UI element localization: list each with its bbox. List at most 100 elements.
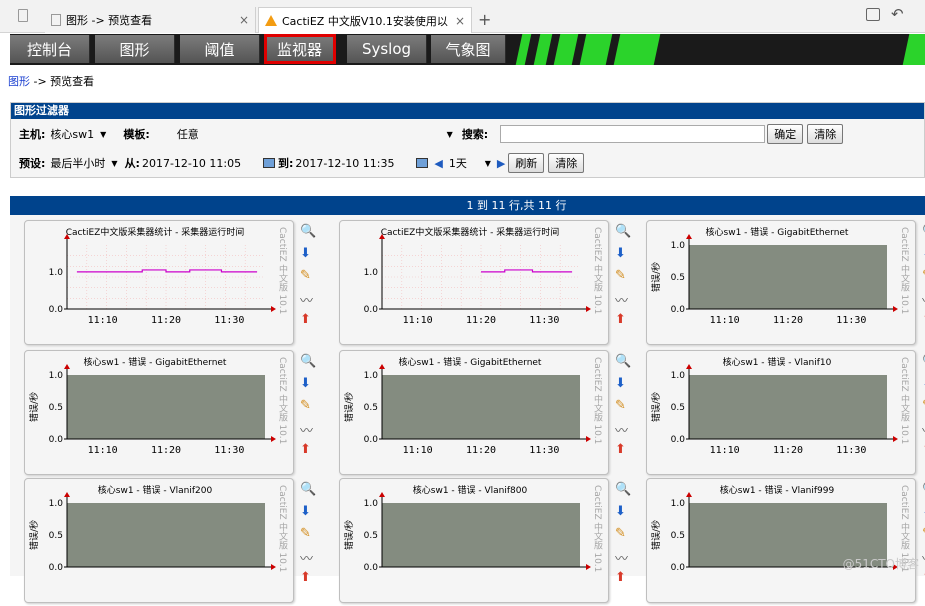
nav-console[interactable]: 控制台 xyxy=(10,35,90,63)
trend-icon[interactable]: 〰 xyxy=(615,548,631,564)
trend-icon[interactable]: 〰 xyxy=(300,420,316,436)
down-icon[interactable]: ⬇ xyxy=(615,246,631,262)
calendar-icon[interactable] xyxy=(263,158,275,168)
close-tab-icon[interactable]: × xyxy=(455,14,465,28)
zoom-icon[interactable]: 🔍 xyxy=(300,354,316,370)
down-icon[interactable]: ⬇ xyxy=(300,504,316,520)
breadcrumb-current: -> 预览查看 xyxy=(34,75,95,88)
nav-thresholds[interactable]: 阈值 xyxy=(180,35,260,63)
nav-graphs[interactable]: 图形 xyxy=(95,35,175,63)
edit-icon[interactable]: ✎ xyxy=(300,526,316,542)
to-label: 到: xyxy=(278,155,293,171)
refresh-button[interactable]: 刷新 xyxy=(508,153,544,173)
preset-label: 预设: xyxy=(19,155,45,171)
browser-tab-2[interactable]: CactiEZ 中文版V10.1安装使用以 × xyxy=(258,7,472,33)
timespan-select[interactable]: 1天 ▼ xyxy=(446,154,494,172)
graph-image[interactable]: 核心sw1 - 错误 - Vlanif200错误/秒1.00.50.0Cacti… xyxy=(24,478,294,603)
template-label: 模板: xyxy=(123,126,149,142)
up-icon[interactable]: ⬆ xyxy=(300,570,316,586)
y-axis-label: 错误/秒 xyxy=(650,392,662,422)
graph-cell: 核心sw1 - 错误 - GigabitEthernet错误/秒1.00.50.… xyxy=(24,350,326,478)
nav-syslog[interactable]: Syslog xyxy=(347,35,427,63)
new-tab-button[interactable]: + xyxy=(478,10,491,29)
graph-actions: 🔍 ⬇ ✎ 〰 ⬆ xyxy=(615,354,633,464)
down-icon[interactable]: ⬇ xyxy=(615,376,631,392)
to-input[interactable]: 2017-12-10 11:35 xyxy=(295,157,413,170)
zoom-icon[interactable]: 🔍 xyxy=(300,224,316,240)
graph-plot: CactiEZ中文版采集器统计 - 采集器运行时间1.00.011:1011:2… xyxy=(340,221,610,346)
y-tick-label: 0.0 xyxy=(364,563,379,573)
graph-plot: 核心sw1 - 错误 - GigabitEthernet错误/秒1.00.50.… xyxy=(340,351,610,476)
graph-image[interactable]: 核心sw1 - 错误 - Vlanif999错误/秒1.00.50.0Cacti… xyxy=(646,478,916,603)
zoom-icon[interactable]: 🔍 xyxy=(615,224,631,240)
x-tick-label: 11:20 xyxy=(151,315,181,326)
x-tick-label: 11:20 xyxy=(466,445,496,456)
graph-image[interactable]: 核心sw1 - 错误 - Vlanif800错误/秒1.00.50.0Cacti… xyxy=(339,478,609,603)
zoom-icon[interactable]: 🔍 xyxy=(615,482,631,498)
browser-tab-1[interactable]: 图形 -> 预览查看 × xyxy=(45,7,256,33)
from-input[interactable]: 2017-12-10 11:05 xyxy=(142,157,260,170)
clear-button[interactable]: 清除 xyxy=(807,124,843,144)
y-tick-label: 0.5 xyxy=(49,403,63,413)
trend-icon[interactable]: 〰 xyxy=(300,290,316,306)
trend-icon[interactable]: 〰 xyxy=(615,420,631,436)
graph-title: 核心sw1 - 错误 - Vlanif999 xyxy=(720,484,835,496)
zoom-icon[interactable]: 🔍 xyxy=(300,482,316,498)
tabs-overview-icon[interactable] xyxy=(866,8,880,21)
up-icon[interactable]: ⬆ xyxy=(300,312,316,328)
graph-cell: 核心sw1 - 错误 - GigabitEthernet错误/秒1.00.50.… xyxy=(339,350,641,478)
zoom-icon[interactable]: 🔍 xyxy=(615,354,631,370)
host-select[interactable]: 核心sw1 ▼ xyxy=(47,125,117,143)
graph-cell: CactiEZ中文版采集器统计 - 采集器运行时间1.00.011:1011:2… xyxy=(339,220,641,348)
edit-icon[interactable]: ✎ xyxy=(615,398,631,414)
x-tick-label: 11:20 xyxy=(466,315,496,326)
edit-icon[interactable]: ✎ xyxy=(300,398,316,414)
graph-image[interactable]: 核心sw1 - 错误 - GigabitEthernet错误/秒1.00.50.… xyxy=(24,350,294,475)
graph-image[interactable]: 核心sw1 - 错误 - GigabitEthernet错误/秒1.00.50.… xyxy=(646,220,916,345)
edit-icon[interactable]: ✎ xyxy=(300,268,316,284)
down-icon[interactable]: ⬇ xyxy=(300,246,316,262)
breadcrumb-link-graphs[interactable]: 图形 xyxy=(8,75,30,88)
template-select[interactable]: 任意 ▼ xyxy=(174,125,456,143)
y-tick-label: 1.0 xyxy=(49,499,64,509)
graph-image[interactable]: 核心sw1 - 错误 - Vlanif10错误/秒1.00.50.011:101… xyxy=(646,350,916,475)
search-input[interactable] xyxy=(500,125,765,143)
filter-row-host: 主机: 核心sw1 ▼ 模板: 任意 ▼ 搜索: 确定 清除 xyxy=(19,123,919,145)
filter-row-time: 预设: 最后半小时 ▼ 从: 2017-12-10 11:05 到: 2017-… xyxy=(19,152,919,174)
error-area xyxy=(382,375,580,439)
graph-watermark-label: CactiEZ 中文版 10.1 xyxy=(594,485,604,572)
shift-right-icon[interactable]: ▶ xyxy=(497,157,505,170)
undo-icon[interactable]: ↶ xyxy=(891,5,904,23)
up-icon[interactable]: ⬆ xyxy=(615,570,631,586)
up-icon[interactable]: ⬆ xyxy=(300,442,316,458)
y-tick-label: 0.0 xyxy=(671,305,686,315)
close-tab-icon[interactable]: × xyxy=(239,13,249,27)
graph-cell: 核心sw1 - 错误 - Vlanif200错误/秒1.00.50.0Cacti… xyxy=(24,478,326,606)
graph-image[interactable]: CactiEZ中文版采集器统计 - 采集器运行时间1.00.011:1011:2… xyxy=(339,220,609,345)
clear-time-button[interactable]: 清除 xyxy=(548,153,584,173)
edit-icon[interactable]: ✎ xyxy=(615,268,631,284)
filter-title: 图形过滤器 xyxy=(11,103,924,119)
ok-button[interactable]: 确定 xyxy=(767,124,803,144)
trend-icon[interactable]: 〰 xyxy=(615,290,631,306)
down-icon[interactable]: ⬇ xyxy=(300,376,316,392)
graph-title: CactiEZ中文版采集器统计 - 采集器运行时间 xyxy=(66,226,245,238)
graph-cell: 核心sw1 - 错误 - Vlanif999错误/秒1.00.50.0Cacti… xyxy=(646,478,925,606)
nav-weathermap[interactable]: 气象图 xyxy=(431,35,506,63)
shift-left-icon[interactable]: ◀ xyxy=(434,157,442,170)
x-tick-label: 11:30 xyxy=(836,445,866,456)
tab-sidebar-icon[interactable] xyxy=(18,9,28,22)
graph-image[interactable]: CactiEZ中文版采集器统计 - 采集器运行时间1.00.011:1011:2… xyxy=(24,220,294,345)
up-icon[interactable]: ⬆ xyxy=(615,312,631,328)
down-icon[interactable]: ⬇ xyxy=(615,504,631,520)
calendar-icon[interactable] xyxy=(416,158,428,168)
edit-icon[interactable]: ✎ xyxy=(615,526,631,542)
up-icon[interactable]: ⬆ xyxy=(615,442,631,458)
preset-select[interactable]: 最后半小时 ▼ xyxy=(47,154,120,172)
main-nav: 控制台 图形 阈值 监视器 Syslog 气象图 xyxy=(10,34,925,65)
y-axis-label: 错误/秒 xyxy=(28,392,40,422)
graph-image[interactable]: 核心sw1 - 错误 - GigabitEthernet错误/秒1.00.50.… xyxy=(339,350,609,475)
graph-plot: CactiEZ中文版采集器统计 - 采集器运行时间1.00.011:1011:2… xyxy=(25,221,295,346)
nav-monitor[interactable]: 监视器 xyxy=(265,35,335,63)
trend-icon[interactable]: 〰 xyxy=(300,548,316,564)
